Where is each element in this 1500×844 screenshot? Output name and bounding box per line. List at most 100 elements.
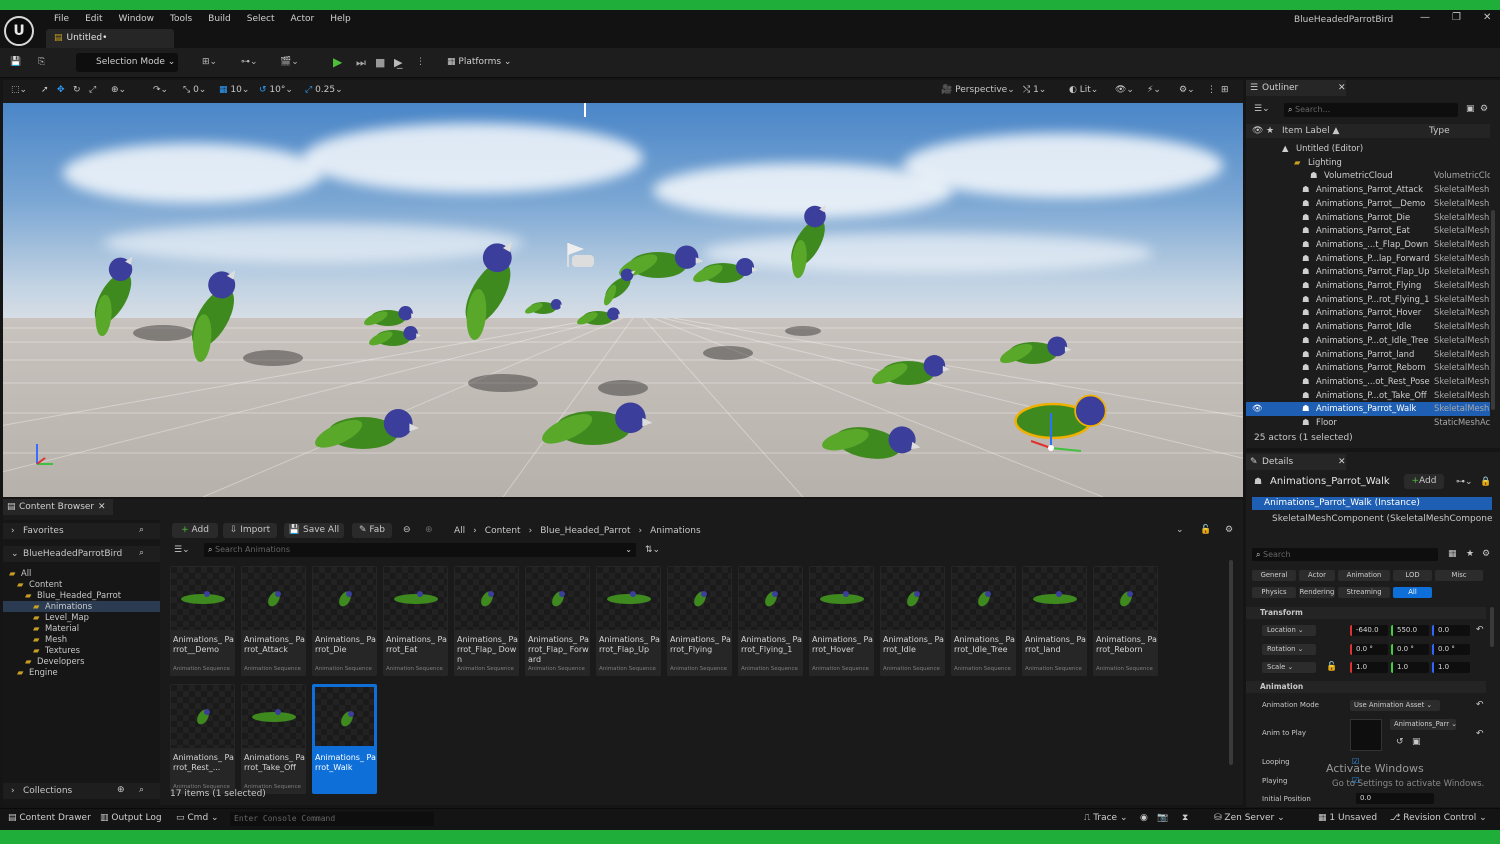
content-drawer-button[interactable]: ▤ Content Drawer — [8, 813, 91, 823]
console-input[interactable]: Enter Console Command — [230, 812, 434, 826]
blueprint-icon[interactable]: ⊶⌄ — [1456, 477, 1473, 487]
asset-search-input[interactable]: ⌕ Search Animations ⌄ — [204, 543, 636, 557]
outliner-row[interactable]: ▲ Untitled (Editor) — [1246, 142, 1490, 156]
filter-chip-lod[interactable]: LOD — [1393, 570, 1432, 581]
camera-icon[interactable]: 📷 — [1157, 813, 1168, 823]
filter-chip-all[interactable]: All — [1393, 587, 1432, 598]
table-view-icon[interactable]: ▦ — [1448, 549, 1457, 559]
asset-tile[interactable]: Animations_ Parrot_Hover Animation Sequen… — [809, 566, 874, 676]
move-snap-toggle[interactable]: ▦ 10⌄ — [219, 85, 249, 95]
filter-chip-physics[interactable]: Physics — [1252, 587, 1296, 598]
asset-tile[interactable]: Animations_ Parrot__Demo Animation Sequen… — [170, 566, 235, 676]
add-component-button[interactable]: +Add — [1404, 474, 1444, 489]
add-button[interactable]: + Add — [172, 523, 218, 538]
add-collection-icon[interactable]: ⊕ — [117, 785, 125, 795]
initial-position-field[interactable]: 0.0 — [1356, 793, 1434, 804]
outliner-row[interactable]: ☗ Animations_Parrot__Demo SkeletalMesh — [1246, 197, 1490, 211]
perspective-dropdown[interactable]: 🎥 Perspective⌄ — [941, 85, 1015, 95]
lit-dropdown[interactable]: ◐ Lit⌄ — [1069, 85, 1098, 95]
reset-icon[interactable]: ↶ — [1476, 700, 1484, 710]
outliner-row[interactable]: ☗ Animations_Parrot_Flap_Up SkeletalMesh — [1246, 265, 1490, 279]
close-icon[interactable]: ✕ — [1338, 454, 1346, 470]
asset-tile[interactable]: Animations_ Parrot_Reborn Animation Seque… — [1093, 566, 1158, 676]
grid-snap-toggle[interactable]: ⤡ 0⌄ — [183, 85, 206, 95]
lock-icon[interactable]: 🔓 — [1200, 525, 1211, 535]
save-all-button[interactable]: 💾 Save All — [284, 523, 344, 538]
blueprint-icon[interactable]: ⊶⌄ — [241, 53, 258, 72]
details-scrollbar[interactable] — [1490, 607, 1494, 647]
lock-icon[interactable]: 🔓 — [1326, 662, 1337, 672]
scale-dropdown[interactable]: Scale ⌄ — [1262, 662, 1316, 673]
add-actor-icon[interactable]: ⊞⌄ — [202, 53, 217, 72]
zen-server-dropdown[interactable]: ⛁ Zen Server ⌄ — [1214, 813, 1285, 823]
document-tab[interactable]: ▤ Untitled• — [46, 29, 174, 48]
menu-item-file[interactable]: File — [46, 13, 77, 25]
settings-gear-icon[interactable]: ⚙ — [1482, 549, 1490, 559]
tree-item-developers[interactable]: ▰ Developers — [3, 656, 160, 667]
filter-chip-animation[interactable]: Animation — [1338, 570, 1390, 581]
filter-chip-rendering[interactable]: Rendering — [1299, 587, 1335, 598]
asset-tile[interactable]: Animations_ Parrot_Attack Animation Seque… — [241, 566, 306, 676]
view-count-dropdown[interactable]: ⤭ 1⌄ — [1023, 85, 1046, 95]
rotation-x-field[interactable]: 0.0 ° — [1350, 644, 1388, 655]
outliner-row[interactable]: ☗ Animations_P...rot_Flying_1 SkeletalMesh — [1246, 293, 1490, 307]
outliner-row[interactable]: ☗ Animations_...ot_Rest_Pose SkeletalMesh — [1246, 375, 1490, 389]
tree-item-animations[interactable]: ▰ Animations — [3, 601, 160, 612]
rotation-snap-toggle[interactable]: ↺ 10°⌄ — [259, 85, 293, 95]
scale-snap-toggle[interactable]: ⤢ 0.25⌄ — [305, 85, 343, 95]
outliner-row[interactable]: ☗ Animations_P...ot_Take_Off SkeletalMesh — [1246, 389, 1490, 403]
menu-item-tools[interactable]: Tools — [162, 13, 200, 25]
outliner-row[interactable]: ☗ Animations_Parrot_Idle SkeletalMesh — [1246, 320, 1490, 334]
animation-section-header[interactable]: Animation — [1246, 681, 1486, 693]
transform-section-header[interactable]: Transform — [1246, 607, 1486, 619]
filter-chip-streaming[interactable]: Streaming — [1338, 587, 1390, 598]
anim-thumbnail[interactable] — [1350, 719, 1382, 751]
add-folder-icon[interactable]: ▣ — [1466, 104, 1475, 114]
minimize-icon[interactable]: — — [1420, 12, 1430, 23]
menu-item-select[interactable]: Select — [239, 13, 283, 25]
filter-chip-misc[interactable]: Misc — [1435, 570, 1483, 581]
play-button[interactable]: ▶ — [333, 53, 342, 72]
outliner-row[interactable]: ☗ Animations_Parrot_Hover SkeletalMesh — [1246, 306, 1490, 320]
scale-x-field[interactable]: 1.0 — [1350, 662, 1388, 673]
unreal-logo-icon[interactable]: U — [4, 16, 34, 46]
search-icon[interactable]: ⌕ — [139, 548, 144, 558]
menu-item-actor[interactable]: Actor — [283, 13, 323, 25]
tree-item-all[interactable]: ▰ All — [3, 568, 160, 579]
surface-snap-icon[interactable]: ↷⌄ — [153, 85, 168, 95]
scale-z-field[interactable]: 1.0 — [1432, 662, 1470, 673]
tree-item-material[interactable]: ▰ Material — [3, 623, 160, 634]
maximize-icon[interactable]: ❐ — [1452, 12, 1461, 23]
outliner-tab[interactable]: ☰ Outliner ✕ — [1246, 80, 1346, 96]
outliner-row[interactable]: ☗ Animations_Parrot_Eat SkeletalMesh — [1246, 224, 1490, 238]
rotate-tool-icon[interactable]: ↻ — [73, 85, 81, 95]
asset-tile[interactable]: Animations_ Parrot_Take_Off Animation Seq… — [241, 684, 306, 794]
outliner-row[interactable]: 👁 ☗ Animations_Parrot_Walk SkeletalMesh — [1246, 402, 1490, 416]
stop-icon[interactable]: ■ — [375, 53, 385, 72]
tree-item-level-map[interactable]: ▰ Level_Map — [3, 612, 160, 623]
outliner-row[interactable]: ☗ Animations_P...lap_Forward SkeletalMesh — [1246, 252, 1490, 266]
settings-gear-icon[interactable]: ⚙⌄ — [1179, 85, 1195, 95]
details-search-input[interactable]: ⌕ Search — [1252, 548, 1438, 561]
tree-item-textures[interactable]: ▰ Textures — [3, 645, 160, 656]
viewport-more-icon[interactable]: ⋮ — [1207, 85, 1216, 95]
close-icon[interactable]: ✕ — [1338, 80, 1346, 96]
outliner-row[interactable]: ☗ VolumetricCloud VolumetricClo — [1246, 169, 1490, 183]
save-icon[interactable]: 💾 — [10, 53, 21, 72]
menu-item-window[interactable]: Window — [111, 13, 163, 25]
cinematics-icon[interactable]: 🎬⌄ — [280, 53, 299, 72]
eject-icon[interactable]: ▶̲ — [394, 53, 402, 72]
tree-item-blue-headed-parrot[interactable]: ▰ Blue_Headed_Parrot — [3, 590, 160, 601]
asset-tile[interactable]: Animations_ Parrot_Die Animation Sequence — [312, 566, 377, 676]
settings-gear-icon[interactable]: ⚙ — [1480, 104, 1488, 114]
outliner-row[interactable]: ☗ Floor StaticMeshAc — [1246, 416, 1490, 430]
more-options-icon[interactable]: ⋮ — [416, 53, 425, 72]
import-button[interactable]: ⇩ Import — [223, 523, 277, 538]
filter-chip-general[interactable]: General — [1252, 570, 1296, 581]
tree-item-content[interactable]: ▰ Content — [3, 579, 160, 590]
breadcrumb-item[interactable]: All — [454, 526, 465, 536]
outliner-row[interactable]: ☗ Animations_Parrot_Die SkeletalMesh — [1246, 211, 1490, 225]
favorites-header[interactable]: › Favorites ⌕ — [3, 523, 160, 539]
scale-tool-icon[interactable]: ⤢ — [89, 85, 96, 95]
level-viewport[interactable] — [3, 103, 1243, 497]
